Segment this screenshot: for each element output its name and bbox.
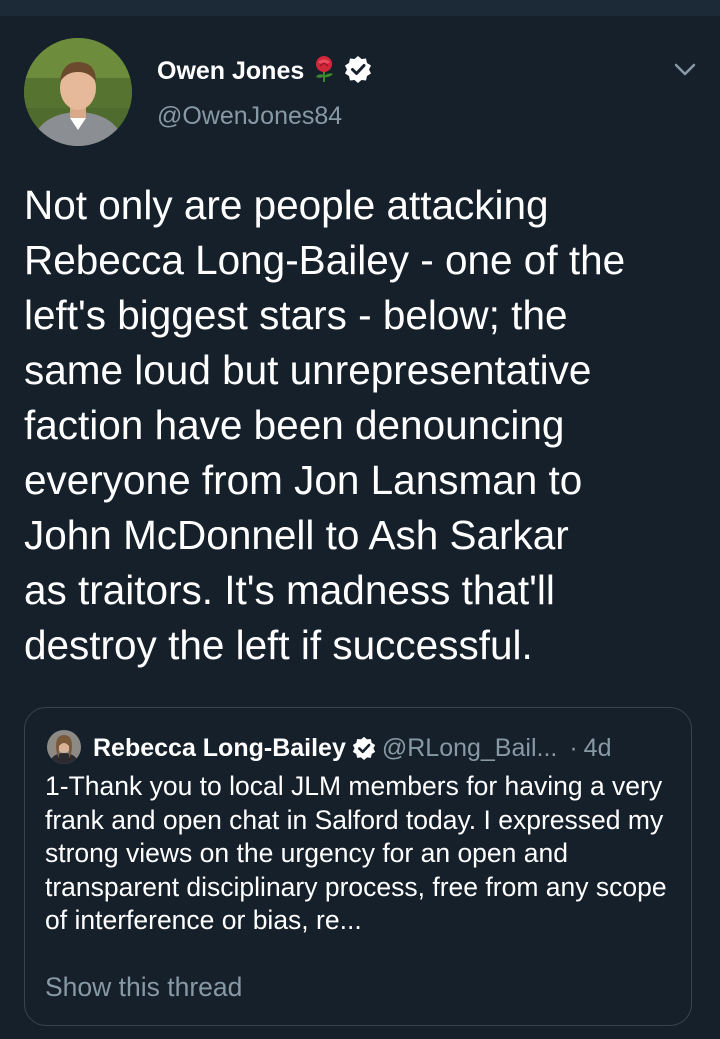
quoted-tweet-text: 1-Thank you to local JLM members for hav…: [45, 771, 667, 935]
tweet-text: Not only are people attacking Rebecca Lo…: [24, 182, 626, 668]
quoted-handle: @RLong_Bail...: [381, 733, 558, 762]
display-name[interactable]: Owen Jones: [157, 57, 304, 86]
user-handle[interactable]: @OwenJones84: [157, 102, 342, 131]
quoted-display-name: Rebecca Long-Bailey: [93, 733, 346, 762]
dot-separator: ·: [569, 733, 578, 762]
verified-icon: [344, 55, 372, 88]
verified-icon: [352, 736, 376, 760]
top-bar: [0, 0, 720, 16]
show-thread-link[interactable]: Show this thread: [45, 972, 242, 1003]
chevron-down-icon[interactable]: [670, 55, 700, 85]
author-name-row: Owen Jones: [157, 54, 372, 88]
quoted-header: Rebecca Long-Bailey @RLong_Bail... · 4d: [93, 732, 677, 764]
rose-icon: [310, 55, 338, 88]
quoted-tweet-card[interactable]: Rebecca Long-Bailey @RLong_Bail... · 4d …: [24, 707, 692, 1026]
quoted-timestamp: 4d: [583, 733, 612, 762]
quoted-avatar: [47, 730, 81, 764]
avatar[interactable]: [24, 38, 132, 146]
